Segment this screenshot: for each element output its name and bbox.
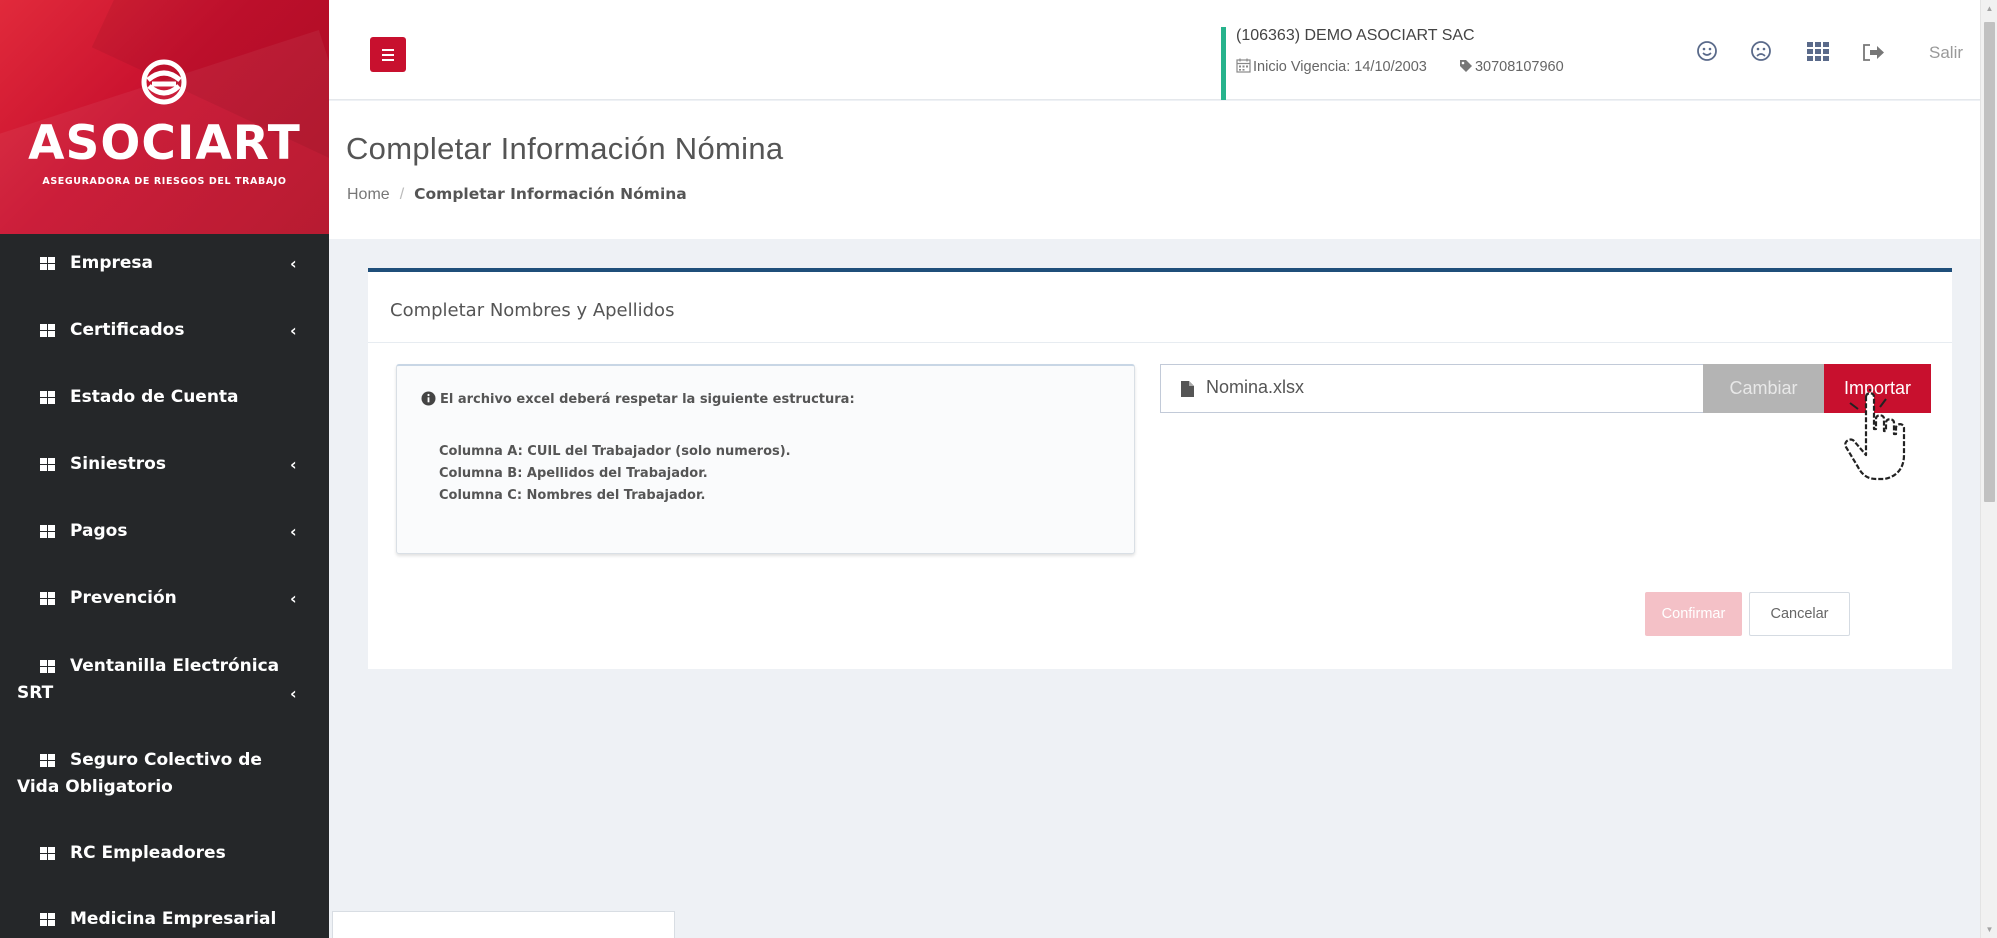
import-button[interactable]: Importar [1824,364,1931,413]
scroll-thumb[interactable] [1984,22,1995,502]
info-line: Columna B: Apellidos del Trabajador. [439,466,708,481]
sidebar-item-empresa[interactable]: Empresa ‹ [0,250,310,277]
page-header: Completar Información Nómina Home / Comple… [329,101,1980,239]
sidebar-item-label: Certificados [70,320,185,340]
sidebar-item-estado-de-cuenta[interactable]: Estado de Cuenta [0,384,310,411]
sidebar-item-label: RC Empleadores [70,843,226,863]
vigencia-text: Inicio Vigencia: 14/10/2003 [1253,59,1427,75]
sidebar-item-siniestros[interactable]: Siniestros ‹ [0,451,310,478]
sidebar-item-certificados[interactable]: Certificados ‹ [0,317,310,344]
chevron-left-icon: ‹ [290,254,297,273]
grid-icon [40,592,55,605]
grid-icon [40,754,55,767]
chevron-left-icon: ‹ [290,522,297,541]
grid-icon [40,324,55,337]
info-line: Columna A: CUIL del Trabajador (solo num… [439,444,791,459]
sidebar-item-label: Empresa [70,253,153,273]
sidebar: ASOCIART ASEGURADORA DE RIESGOS DEL TRAB… [0,0,329,938]
menu-icon-bar [382,59,394,61]
info-line: Columna C: Nombres del Trabajador. [439,488,706,503]
change-file-button[interactable]: Cambiar [1703,364,1824,413]
info-lines: Columna A: CUIL del Trabajador (solo num… [439,441,791,507]
company-meta: Inicio Vigencia: 14/10/2003 30708107960 [1236,58,1652,75]
info-lead: El archivo excel deberá respetar la sigu… [421,391,855,407]
panel-divider [368,342,1952,343]
page-scrollbar[interactable]: ▲ ▼ [1980,0,1997,938]
breadcrumb-current: Completar Información Nómina [414,185,687,203]
breadcrumb-separator: / [399,186,405,203]
scroll-up-arrow-icon[interactable]: ▲ [1981,0,1997,17]
menu-icon-bar [382,54,394,56]
top-header: (106363) DEMO ASOCIART SAC Inicio Vigenc… [329,0,1980,100]
chevron-left-icon: ‹ [290,455,297,474]
chevron-left-icon: ‹ [290,589,297,608]
grid-icon [40,257,55,270]
sidebar-item-seguro-colectivo[interactable]: Seguro Colectivo de Vida Obligatorio [0,747,285,801]
file-icon [1181,381,1194,397]
company-info: (106363) DEMO ASOCIART SAC Inicio Vigenc… [1221,27,1652,100]
grid-icon [40,391,55,404]
sidebar-item-label: Estado de Cuenta [70,387,239,407]
smile-icon[interactable] [1696,40,1718,62]
sidebar-item-label: Seguro Colectivo de Vida Obligatorio [17,750,262,797]
nomina-panel: Completar Nombres y Apellidos El archivo… [368,268,1952,669]
tag-icon [1459,60,1472,72]
cancel-button[interactable]: Cancelar [1749,592,1850,636]
sidebar-item-medicina-empresarial[interactable]: Medicina Empresarial [0,906,310,933]
logout-link[interactable]: Salir [1929,43,1963,63]
panel-title: Completar Nombres y Apellidos [390,300,675,321]
logout-icon[interactable] [1862,44,1886,61]
brand-logo[interactable]: ASOCIART ASEGURADORA DE RIESGOS DEL TRAB… [0,0,329,234]
sidebar-item-prevencion[interactable]: Prevención ‹ [0,585,310,612]
menu-icon [382,49,394,51]
grid-icon [40,847,55,860]
info-lead-text: El archivo excel deberá respetar la sigu… [440,392,855,407]
sidebar-item-label: Medicina Empresarial [70,909,277,929]
sidebar-item-rc-empleadores[interactable]: RC Empleadores [0,840,310,867]
menu-toggle-button[interactable] [370,37,406,72]
calendar-icon [1236,58,1251,73]
company-name: (106363) DEMO ASOCIART SAC [1236,27,1475,44]
sidebar-item-label: Prevención [70,588,177,608]
asociart-logo-icon [141,59,187,105]
breadcrumb-home-link[interactable]: Home [347,186,390,203]
brand-name: ASOCIART [28,116,301,171]
cuit-text: 30708107960 [1474,59,1564,75]
breadcrumb: Home / Completar Información Nómina [347,185,687,204]
file-input[interactable]: Nomina.xlsx [1160,364,1703,413]
scroll-down-arrow-icon[interactable]: ▼ [1981,921,1997,938]
grid-icon [40,525,55,538]
chevron-left-icon: ‹ [290,321,297,340]
file-name: Nomina.xlsx [1206,377,1305,397]
info-alert: El archivo excel deberá respetar la sigu… [396,364,1135,554]
chevron-left-icon: ‹ [290,684,297,703]
page-title: Completar Información Nómina [346,131,784,166]
grid-icon [40,458,55,471]
grid-icon [40,660,55,673]
sidebar-item-ventanilla-electronica[interactable]: Ventanilla Electrónica SRT ‹ [0,653,297,707]
apps-grid-icon[interactable] [1807,42,1829,61]
frown-icon[interactable] [1750,40,1772,62]
grid-icon [40,913,55,926]
confirm-button[interactable]: Confirmar [1645,592,1742,636]
sidebar-item-label: Siniestros [70,454,166,474]
info-circle-icon [421,391,436,406]
sidebar-item-pagos[interactable]: Pagos ‹ [0,518,310,545]
brand-tagline: ASEGURADORA DE RIESGOS DEL TRABAJO [42,176,287,187]
bottom-footer-tab [332,911,675,938]
sidebar-item-label: Ventanilla Electrónica SRT [17,656,280,703]
